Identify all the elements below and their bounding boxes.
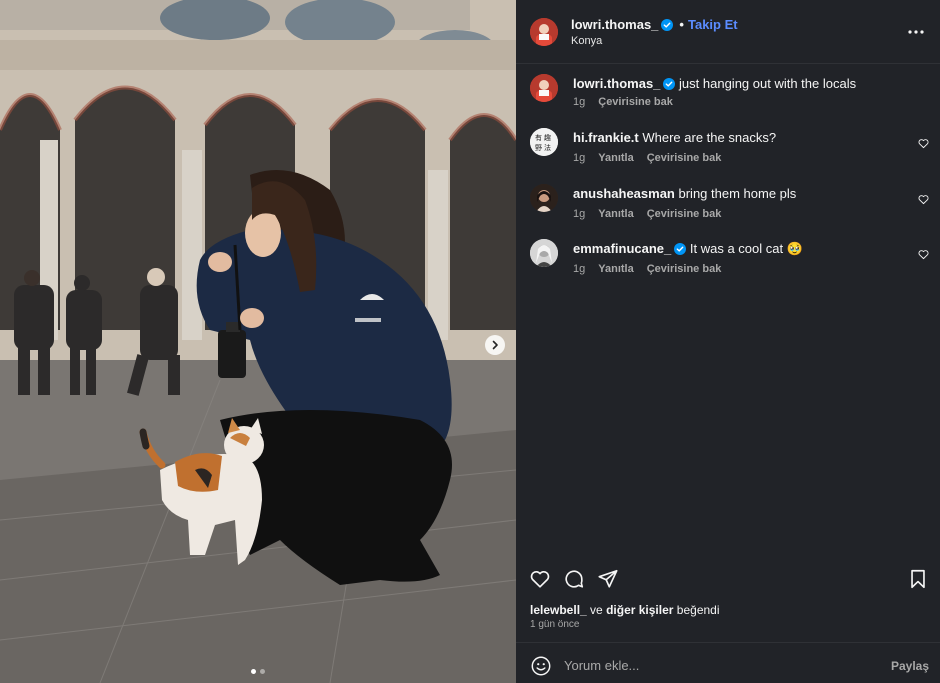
comment-text: Where are the snacks? (642, 130, 777, 145)
post-location[interactable]: Konya (571, 35, 602, 47)
comment-meta: 1g Yanıtla Çevirisine bak (573, 263, 721, 275)
comments-list[interactable]: lowri.thomas_ just hanging out with the … (516, 64, 940, 558)
post-header: lowri.thomas_ • Takip Et Konya (516, 0, 940, 64)
caption-age: 1g (573, 96, 586, 108)
commenter-avatar[interactable] (530, 239, 558, 267)
comment-meta: 1g Yanıtla Çevirisine bak (573, 152, 721, 164)
header-separator: • (679, 17, 684, 32)
follow-button[interactable]: Takip Et (688, 17, 738, 32)
instagram-post-modal: lowri.thomas_ • Takip Et Konya lowri.thoma… (0, 0, 940, 683)
svg-text:有: 有 (535, 133, 542, 142)
comment-username[interactable]: hi.frankie.t (573, 130, 639, 145)
carousel-indicator (0, 669, 516, 674)
verified-badge-icon (661, 19, 674, 31)
caption-meta: 1g Çevirisine bak (573, 96, 673, 108)
emoji-icon[interactable] (530, 655, 552, 677)
reply-link[interactable]: Yanıtla (598, 208, 633, 220)
post-photo[interactable] (0, 0, 516, 683)
share-icon[interactable] (597, 568, 619, 590)
bookmark-icon[interactable] (907, 568, 929, 590)
comment-text: It was a cool cat 🥹 (689, 241, 803, 256)
comment-input[interactable] (564, 653, 864, 677)
reply-link[interactable]: Yanıtla (598, 263, 633, 275)
reply-link[interactable]: Yanıtla (598, 152, 633, 164)
likes-first-user[interactable]: lelewbell_ (530, 603, 587, 617)
comment-text: bring them home pls (678, 186, 797, 201)
likes-others[interactable]: diğer kişiler (606, 603, 673, 617)
carousel-dot (260, 669, 265, 674)
chevron-right-icon (492, 340, 498, 350)
svg-text:法: 法 (544, 143, 551, 152)
post-comment-button[interactable]: Paylaş (891, 659, 929, 673)
comment-age: 1g (573, 263, 586, 275)
caption-username[interactable]: lowri.thomas_ (573, 76, 660, 91)
carousel-dot-active (251, 669, 256, 674)
translate-link[interactable]: Çevirisine bak (598, 96, 673, 108)
post-timestamp: 1 gün önce (530, 619, 580, 630)
comment-like-heart-icon[interactable] (918, 249, 929, 260)
carousel-next-button[interactable] (485, 335, 505, 355)
author-username[interactable]: lowri.thomas_ (571, 17, 658, 32)
translate-link[interactable]: Çevirisine bak (647, 152, 722, 164)
photo-scene (0, 0, 516, 683)
heart-icon[interactable] (529, 568, 551, 590)
svg-text:野: 野 (535, 144, 542, 152)
comment-age: 1g (573, 152, 586, 164)
likes-suffix: beğendi (676, 603, 720, 617)
author-avatar[interactable] (530, 74, 558, 102)
caption-text: just hanging out with the locals (679, 76, 857, 91)
commenter-avatar[interactable]: 有趣野法 (530, 128, 558, 156)
comment-username[interactable]: emmafinucane_ (573, 241, 671, 256)
translate-link[interactable]: Çevirisine bak (647, 208, 722, 220)
comment-icon[interactable] (563, 568, 585, 590)
comment-meta: 1g Yanıtla Çevirisine bak (573, 208, 721, 220)
post-side-panel: lowri.thomas_ • Takip Et Konya lowri.thoma… (516, 0, 940, 683)
likes-summary[interactable]: lelewbell_ ve diğer kişiler beğendi (530, 603, 720, 617)
comment-age: 1g (573, 208, 586, 220)
more-options-icon[interactable] (907, 24, 925, 40)
comment-like-heart-icon[interactable] (918, 138, 929, 149)
svg-text:趣: 趣 (544, 133, 551, 142)
commenter-avatar[interactable] (530, 184, 558, 212)
comment-composer: Paylaş (516, 642, 940, 683)
verified-badge-icon (674, 243, 687, 255)
author-avatar[interactable] (530, 18, 558, 46)
comment-username[interactable]: anushaheasman (573, 186, 675, 201)
translate-link[interactable]: Çevirisine bak (647, 263, 722, 275)
action-bar (516, 558, 940, 598)
verified-badge-icon (663, 78, 676, 90)
comment-like-heart-icon[interactable] (918, 194, 929, 205)
likes-connector: ve (590, 603, 603, 617)
